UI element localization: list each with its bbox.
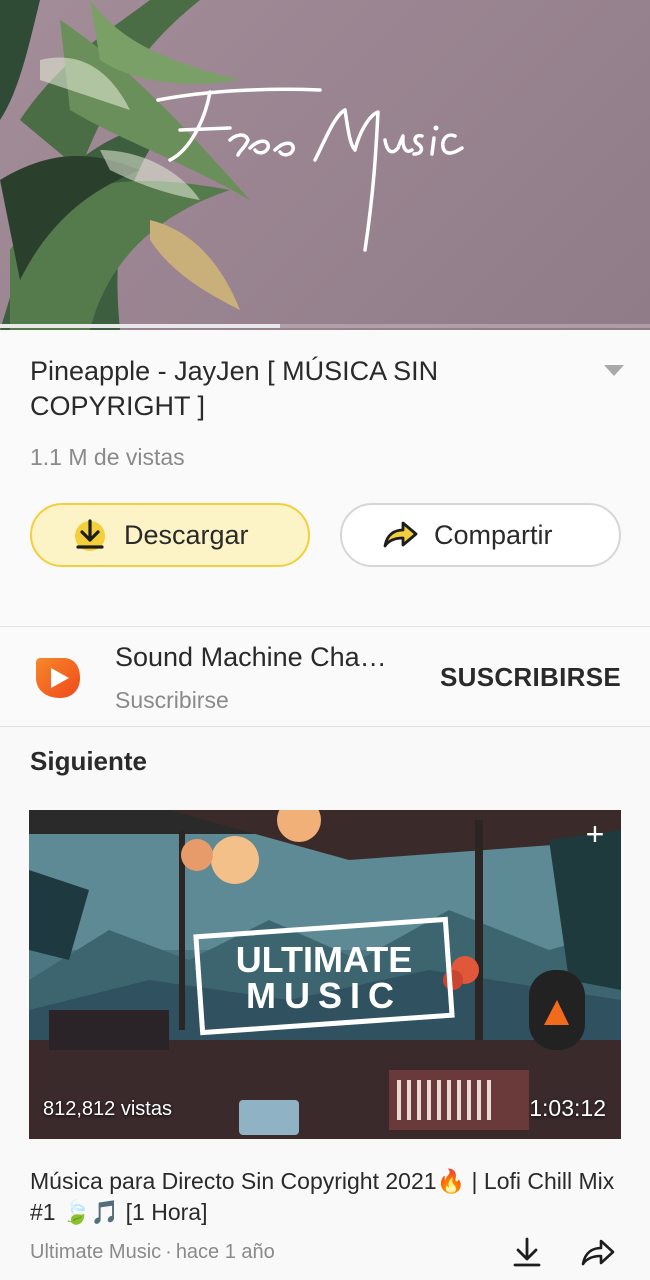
up-next-video-title[interactable]: Música para Directo Sin Copyright 2021🔥 …	[30, 1166, 626, 1228]
video-details: Pineapple - JayJen [ MÚSICA SIN COPYRIGH…	[0, 330, 650, 626]
channel-row[interactable]: Sound Machine Cha… Suscribirse SUSCRIBIR…	[0, 627, 650, 726]
lofi-room-thumbnail-image: ULTIMATE MUSIC	[29, 810, 621, 1139]
thumbnail-logo-line2: MUSIC	[246, 975, 402, 1016]
channel-play-logo-icon	[36, 658, 80, 698]
up-next-meta: Ultimate Music · hace 1 año	[30, 1241, 275, 1264]
thumbnail-view-count: 812,812 vistas	[43, 1098, 172, 1120]
chevron-down-icon[interactable]	[602, 362, 626, 378]
free-music-script-logo	[156, 87, 464, 252]
download-icon	[70, 515, 110, 555]
view-count: 1.1 M de vistas	[30, 444, 185, 470]
meta-separator: ·	[165, 1241, 172, 1263]
share-button[interactable]: Compartir	[340, 503, 621, 567]
add-to-queue-plus-icon[interactable]: +	[581, 818, 609, 850]
download-icon[interactable]	[511, 1236, 543, 1268]
share-arrow-icon[interactable]	[580, 1236, 616, 1268]
up-next-age: hace 1 año	[175, 1241, 275, 1263]
channel-subtitle: Suscribirse	[115, 687, 229, 713]
up-next-thumbnail[interactable]: ULTIMATE MUSIC + 812,812 vistas 1:03:12	[29, 810, 621, 1139]
up-next-channel: Ultimate Music	[30, 1241, 162, 1263]
up-next-heading: Siguiente	[30, 746, 148, 776]
download-label: Descargar	[124, 519, 249, 550]
video-duration: 1:03:12	[529, 1095, 606, 1121]
video-player[interactable]	[0, 0, 650, 330]
playback-progress-bar[interactable]	[0, 324, 650, 328]
video-title: Pineapple - JayJen [ MÚSICA SIN COPYRIGH…	[30, 356, 439, 421]
channel-name[interactable]: Sound Machine Cha…	[115, 642, 405, 673]
thumbnail-logo-line1: ULTIMATE	[236, 939, 413, 980]
share-label: Compartir	[434, 519, 553, 550]
divider	[0, 726, 650, 727]
subscribe-button[interactable]: SUSCRIBIRSE	[440, 662, 621, 693]
share-arrow-icon	[380, 515, 420, 555]
playback-progress-fill	[0, 324, 280, 328]
download-button[interactable]: Descargar	[30, 503, 310, 567]
